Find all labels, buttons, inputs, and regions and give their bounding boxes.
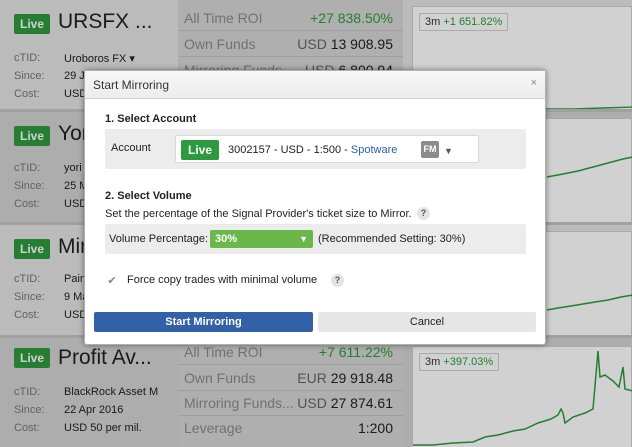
volume-percentage-label: Volume Percentage: bbox=[109, 233, 209, 245]
start-mirroring-button[interactable]: Start Mirroring bbox=[94, 312, 313, 332]
live-badge: Live bbox=[181, 140, 219, 160]
force-copy-checkbox[interactable]: ✔ bbox=[105, 274, 119, 288]
chevron-down-icon: ▼ bbox=[299, 234, 308, 244]
dialog-title: Start Mirroring bbox=[93, 78, 170, 92]
recommended-setting: (Recommended Setting: 30%) bbox=[318, 233, 466, 245]
help-icon[interactable]: ? bbox=[417, 207, 430, 220]
force-copy-label[interactable]: Force copy trades with minimal volume bbox=[127, 274, 317, 286]
account-value: 3002157 - USD - 1:500 - Spotware bbox=[228, 144, 398, 156]
force-copy-row: ✔ Force copy trades with minimal volume … bbox=[105, 273, 405, 289]
account-row: Account Live 3002157 - USD - 1:500 - Spo… bbox=[105, 129, 526, 169]
help-icon[interactable]: ? bbox=[331, 274, 344, 287]
volume-percentage-select[interactable]: 30% ▼ bbox=[210, 230, 313, 248]
volume-description: Set the percentage of the Signal Provide… bbox=[105, 207, 430, 220]
chevron-down-icon[interactable]: ▼ bbox=[444, 146, 453, 156]
account-label: Account bbox=[111, 142, 151, 154]
start-mirroring-dialog: Start Mirroring × 1. Select Account Acco… bbox=[84, 70, 546, 345]
cancel-button[interactable]: Cancel bbox=[318, 312, 536, 332]
close-icon[interactable]: × bbox=[531, 77, 537, 89]
dialog-header: Start Mirroring × bbox=[85, 71, 545, 99]
select-account-heading: 1. Select Account bbox=[105, 113, 197, 125]
volume-row: Volume Percentage: 30% ▼ (Recommended Se… bbox=[105, 224, 526, 254]
fm-badge: FM bbox=[421, 141, 439, 158]
broker-link[interactable]: Spotware bbox=[351, 144, 397, 156]
select-volume-heading: 2. Select Volume bbox=[105, 190, 192, 202]
